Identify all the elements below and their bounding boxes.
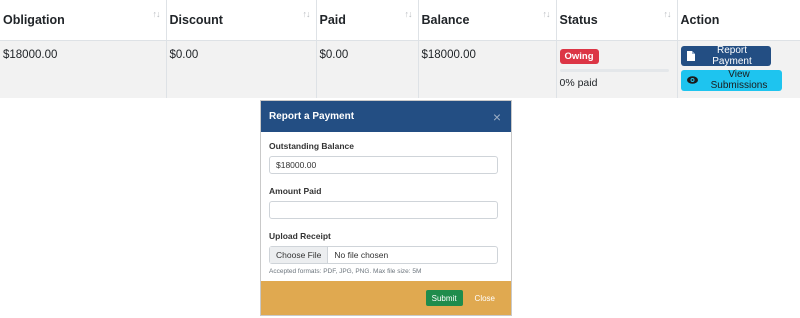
modal-title: Report a Payment bbox=[269, 111, 355, 122]
modal-header: Report a Payment × bbox=[261, 101, 511, 132]
sort-icon: ↑↓ bbox=[302, 9, 311, 19]
modal-body: Outstanding Balance $18000.00 Amount Pai… bbox=[261, 132, 511, 275]
cell-paid: $0.00 bbox=[315, 40, 418, 98]
sort-icon: ↑↓ bbox=[542, 9, 551, 19]
header-status[interactable]: Status ↑↓ bbox=[555, 0, 677, 41]
amount-paid-input[interactable] bbox=[269, 201, 498, 219]
submit-button[interactable]: Submit bbox=[425, 290, 463, 306]
payment-progress-bar bbox=[559, 68, 669, 72]
file-icon bbox=[686, 50, 695, 61]
choose-file-button[interactable]: Choose File bbox=[270, 247, 329, 263]
header-balance[interactable]: Balance ↑↓ bbox=[417, 0, 556, 41]
close-icon[interactable]: × bbox=[493, 110, 501, 124]
upload-hint: Accepted formats: PDF, JPG, PNG. Max fil… bbox=[269, 268, 422, 275]
cell-obligation: $18000.00 bbox=[0, 40, 166, 98]
receipt-file-input[interactable]: Choose File No file chosen bbox=[269, 246, 498, 264]
header-paid[interactable]: Paid ↑↓ bbox=[315, 0, 418, 41]
obligations-table: Obligation ↑↓ Discount ↑↓ Paid ↑↓ Balance ↑↓… bbox=[0, 0, 800, 98]
report-payment-modal: Report a Payment × Outstanding Balance $… bbox=[260, 100, 512, 316]
sort-icon: ↑↓ bbox=[663, 9, 672, 19]
report-payment-label: Report Payment bbox=[712, 44, 752, 67]
view-submissions-label: View Submissions bbox=[710, 69, 768, 91]
sort-icon: ↑↓ bbox=[152, 9, 161, 19]
cell-discount: $0.00 bbox=[165, 40, 316, 98]
report-payment-button[interactable]: Report Payment bbox=[680, 44, 771, 67]
cell-action: Report Payment View Submissions bbox=[676, 40, 800, 98]
sort-icon: ↑↓ bbox=[404, 9, 413, 19]
file-status-text: No file chosen bbox=[334, 250, 389, 260]
outstanding-balance-label: Outstanding Balance bbox=[269, 141, 355, 151]
modal-footer: Submit Close bbox=[261, 281, 511, 315]
cell-status: Owing 0% paid bbox=[555, 40, 677, 98]
table-row: $18000.00 $0.00 $0.00 $18000.00 Owing 0%… bbox=[0, 40, 800, 98]
eye-icon bbox=[686, 76, 698, 84]
obligations-table-container: Obligation ↑↓ Discount ↑↓ Paid ↑↓ Balance ↑↓… bbox=[0, 0, 800, 98]
progress-text: 0% paid bbox=[559, 76, 598, 89]
header-obligation[interactable]: Obligation ↑↓ bbox=[0, 0, 166, 41]
status-badge: Owing bbox=[559, 48, 599, 64]
cell-balance: $18000.00 bbox=[417, 40, 556, 98]
header-action: Action bbox=[676, 0, 800, 41]
header-discount[interactable]: Discount ↑↓ bbox=[165, 0, 316, 41]
view-submissions-button[interactable]: View Submissions bbox=[680, 69, 782, 91]
amount-paid-label: Amount Paid bbox=[269, 186, 322, 196]
close-button[interactable]: Close bbox=[475, 294, 495, 303]
outstanding-balance-field: $18000.00 bbox=[269, 156, 498, 174]
table-header-row: Obligation ↑↓ Discount ↑↓ Paid ↑↓ Balance ↑↓… bbox=[0, 0, 800, 41]
upload-receipt-label: Upload Receipt bbox=[269, 231, 331, 241]
